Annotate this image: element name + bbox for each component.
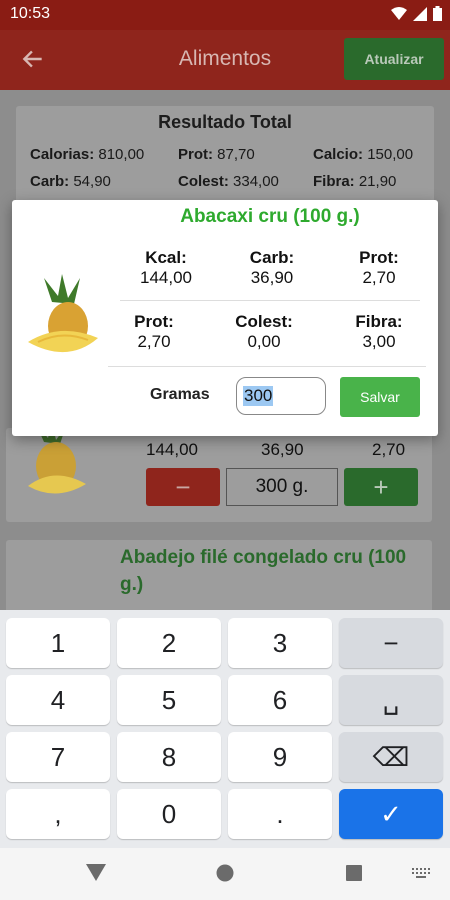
nav-home-icon[interactable] (216, 864, 234, 882)
quantity-display: 300 g. (226, 468, 338, 506)
gramas-label: Gramas (150, 386, 210, 403)
food-card-abacaxi: 144,00 36,90 2,70 − 300 g. + (6, 422, 432, 522)
decrease-button[interactable]: − (146, 468, 220, 506)
key-period[interactable]: . (228, 789, 332, 839)
app-bar: Alimentos Atualizar (0, 30, 450, 90)
total-calorias: Calorias: 810,00 (30, 146, 145, 163)
total-calcio: Calcio: 150,00 (313, 146, 414, 163)
numeric-keyboard: 1 2 3 − 4 5 6 ␣ 7 8 9 ⌫ , 0 . ✓ (0, 610, 450, 848)
key-9[interactable]: 9 (228, 732, 332, 782)
keyboard-switch-icon[interactable] (412, 868, 430, 878)
key-5[interactable]: 5 (117, 675, 221, 725)
key-2[interactable]: 2 (117, 618, 221, 668)
save-button[interactable]: Salvar (340, 377, 420, 417)
key-7[interactable]: 7 (6, 732, 110, 782)
nutrient-colest: Colest: 0,00 (235, 312, 293, 351)
nutrient-kcal: Kcal: 144,00 (140, 248, 192, 287)
nav-back-icon[interactable] (86, 864, 106, 882)
total-colest: Colest: 334,00 (178, 173, 279, 190)
key-4[interactable]: 4 (6, 675, 110, 725)
food-prot-value: 2,70 (372, 440, 406, 459)
dialog-title: Abacaxi cru (100 g.) (180, 206, 360, 227)
key-8[interactable]: 8 (117, 732, 221, 782)
divider (108, 366, 426, 367)
food2-title: Abadejo filé congelado cru (100 g.) (120, 547, 407, 595)
signal-icon (413, 6, 427, 21)
total-result-card: Resultado Total Calorias: 810,00 Prot: 8… (16, 106, 434, 206)
nav-recents-icon[interactable] (346, 865, 362, 881)
key-minus[interactable]: − (339, 618, 443, 668)
status-bar: 10:53 (0, 0, 450, 30)
key-space[interactable]: ␣ (339, 675, 443, 725)
nutrient-fibra: Fibra: 3,00 (355, 312, 403, 351)
nutrient-prot: Prot: 2,70 (359, 248, 399, 287)
key-6[interactable]: 6 (228, 675, 332, 725)
key-0[interactable]: 0 (117, 789, 221, 839)
food-kcal-value: 144,00 (146, 440, 198, 459)
wifi-icon (391, 6, 407, 20)
total-fibra: Fibra: 21,90 (313, 173, 397, 190)
total-carb: Carb: 54,90 (30, 173, 111, 190)
divider (120, 300, 420, 301)
food-dialog: Abacaxi cru (100 g.) Kcal: 144,00 Carb: 36… (12, 200, 438, 436)
increase-button[interactable]: + (344, 468, 418, 506)
key-enter[interactable]: ✓ (339, 789, 443, 839)
nutrient-carb: Carb: 36,90 (249, 248, 295, 287)
status-time: 10:53 (10, 5, 51, 22)
gramas-input[interactable]: 300 (236, 377, 326, 415)
key-backspace[interactable]: ⌫ (339, 732, 443, 782)
key-3[interactable]: 3 (228, 618, 332, 668)
total-title: Resultado Total (158, 112, 292, 132)
gramas-value: 300 (243, 386, 274, 406)
food-carb-value: 36,90 (261, 440, 304, 459)
key-comma[interactable]: , (6, 789, 110, 839)
key-1[interactable]: 1 (6, 618, 110, 668)
navigation-bar (0, 848, 450, 900)
update-button[interactable]: Atualizar (344, 38, 444, 80)
food-card-abadejo: Abadejo filé congelado cru (100 g.) (6, 540, 432, 620)
pineapple-image (28, 274, 98, 353)
total-prot: Prot: 87,70 (178, 146, 255, 163)
nutrient-prot-2: Prot: 2,70 (134, 312, 174, 351)
battery-icon (433, 6, 442, 21)
